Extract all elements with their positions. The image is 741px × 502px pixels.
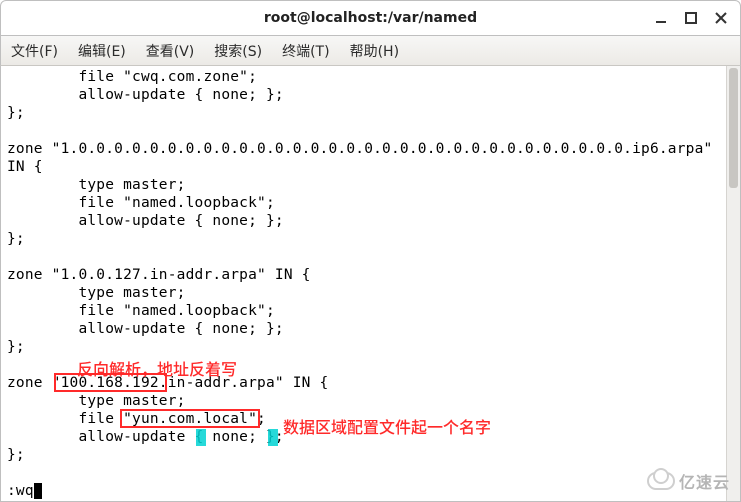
maximize-button[interactable] xyxy=(678,5,704,31)
scrollbar-thumb[interactable] xyxy=(729,68,738,188)
menu-terminal[interactable]: 终端(T) xyxy=(278,39,333,63)
menu-view[interactable]: 查看(V) xyxy=(142,39,199,63)
titlebar: root@localhost:/var/named xyxy=(0,0,741,36)
highlight-box-ip xyxy=(54,373,167,392)
terminal-area[interactable]: file "cwq.com.zone"; allow-update { none… xyxy=(0,66,741,502)
menubar: 文件(F) 编辑(E) 查看(V) 搜索(S) 终端(T) 帮助(H) xyxy=(0,36,741,66)
minimize-button[interactable] xyxy=(648,5,674,31)
highlight-box-filename xyxy=(120,409,260,428)
brace-highlight-close xyxy=(268,429,278,446)
brace-highlight-open xyxy=(196,429,206,446)
cloud-icon xyxy=(647,472,675,490)
menu-edit[interactable]: 编辑(E) xyxy=(74,39,130,63)
text-cursor xyxy=(34,483,42,499)
window-title: root@localhost:/var/named xyxy=(264,10,477,26)
menu-help[interactable]: 帮助(H) xyxy=(346,39,403,63)
close-button[interactable] xyxy=(708,5,734,31)
scrollbar[interactable] xyxy=(726,66,740,501)
annotation-file-label: 数据区域配置文件起一个名字 xyxy=(283,414,491,438)
window-controls xyxy=(648,5,734,31)
menu-search[interactable]: 搜索(S) xyxy=(210,39,266,63)
watermark: 亿速云 xyxy=(647,469,730,493)
watermark-text: 亿速云 xyxy=(679,469,730,493)
menu-file[interactable]: 文件(F) xyxy=(7,39,62,63)
